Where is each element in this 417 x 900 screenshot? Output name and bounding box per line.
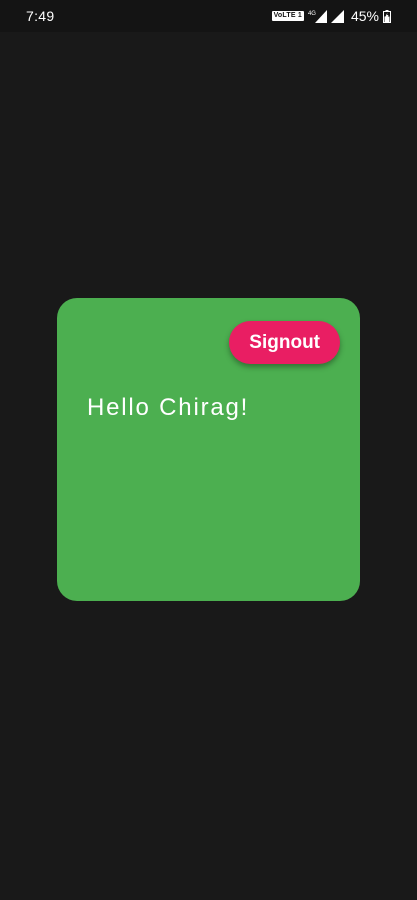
battery-percent: 45% [350, 8, 379, 24]
status-bar: 7:49 VoLTE 1 4G 45% [0, 0, 417, 32]
signal-icon [330, 9, 344, 23]
signout-button[interactable]: Signout [229, 321, 340, 364]
battery-icon [383, 9, 391, 23]
network-signal-shape [314, 9, 327, 23]
volte-icon: VoLTE 1 [271, 11, 304, 21]
data-arrows-icon: 4G [307, 9, 327, 23]
status-icons: VoLTE 1 4G 45% [271, 8, 391, 24]
greeting-text: Hello Chirag! [87, 394, 250, 421]
greeting-card: Signout Hello Chirag! [57, 298, 360, 601]
network-type-label: 4G [307, 10, 316, 17]
status-time: 7:49 [26, 8, 55, 24]
